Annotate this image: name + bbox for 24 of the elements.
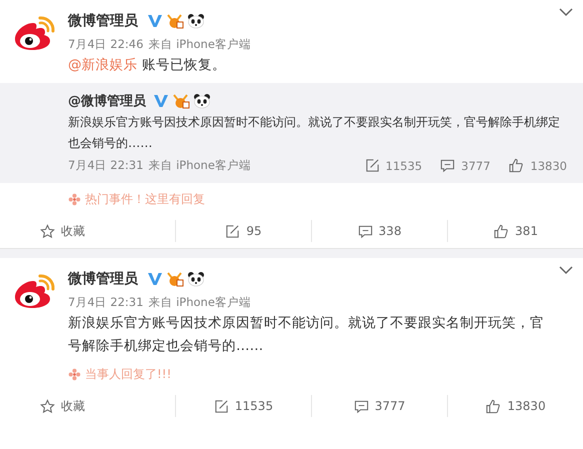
comment-button[interactable]: 3777	[354, 398, 406, 414]
author-name[interactable]: 微博管理员	[68, 12, 138, 30]
mention-link[interactable]: @新浪娱乐	[68, 57, 138, 73]
repost-button[interactable]: 95	[225, 224, 262, 238]
like-button[interactable]: 13830	[485, 398, 546, 414]
like-button[interactable]: 381	[493, 224, 538, 238]
post-text: 新浪娱乐官方账号因技术原因暂时不能访问。就说了不要跟实名制开玩笑，官号解除手机绑定也会销号的……	[68, 114, 561, 152]
post-source: 来自 iPhone客户端	[148, 295, 251, 310]
author-name[interactable]: @微博管理员	[68, 92, 146, 110]
author-name[interactable]: 微博管理员	[68, 270, 138, 288]
post-text: 账号已恢复。	[142, 57, 226, 73]
like-button[interactable]: 13830	[508, 158, 567, 173]
post-time[interactable]: 7月4日 22:31	[68, 295, 144, 310]
favorite-button[interactable]: 收藏	[40, 398, 85, 414]
post-time[interactable]: 7月4日 22:46	[68, 37, 144, 52]
post-source: 来自 iPhone客户端	[148, 158, 251, 173]
repost-button[interactable]: 11535	[364, 158, 422, 173]
comment-button[interactable]: 3777	[440, 158, 490, 173]
post-source: 来自 iPhone客户端	[148, 37, 251, 52]
favorite-button[interactable]: 收藏	[40, 222, 85, 240]
comment-button[interactable]: 338	[358, 224, 402, 238]
post-time[interactable]: 7月4日 22:31	[68, 158, 144, 173]
post-text: 新浪娱乐官方账号因技术原因暂时不能访问。就说了不要跟实名制开玩笑，官号解除手机绑定也会销号的……	[68, 315, 544, 354]
repost-button[interactable]: 11535	[214, 398, 274, 414]
